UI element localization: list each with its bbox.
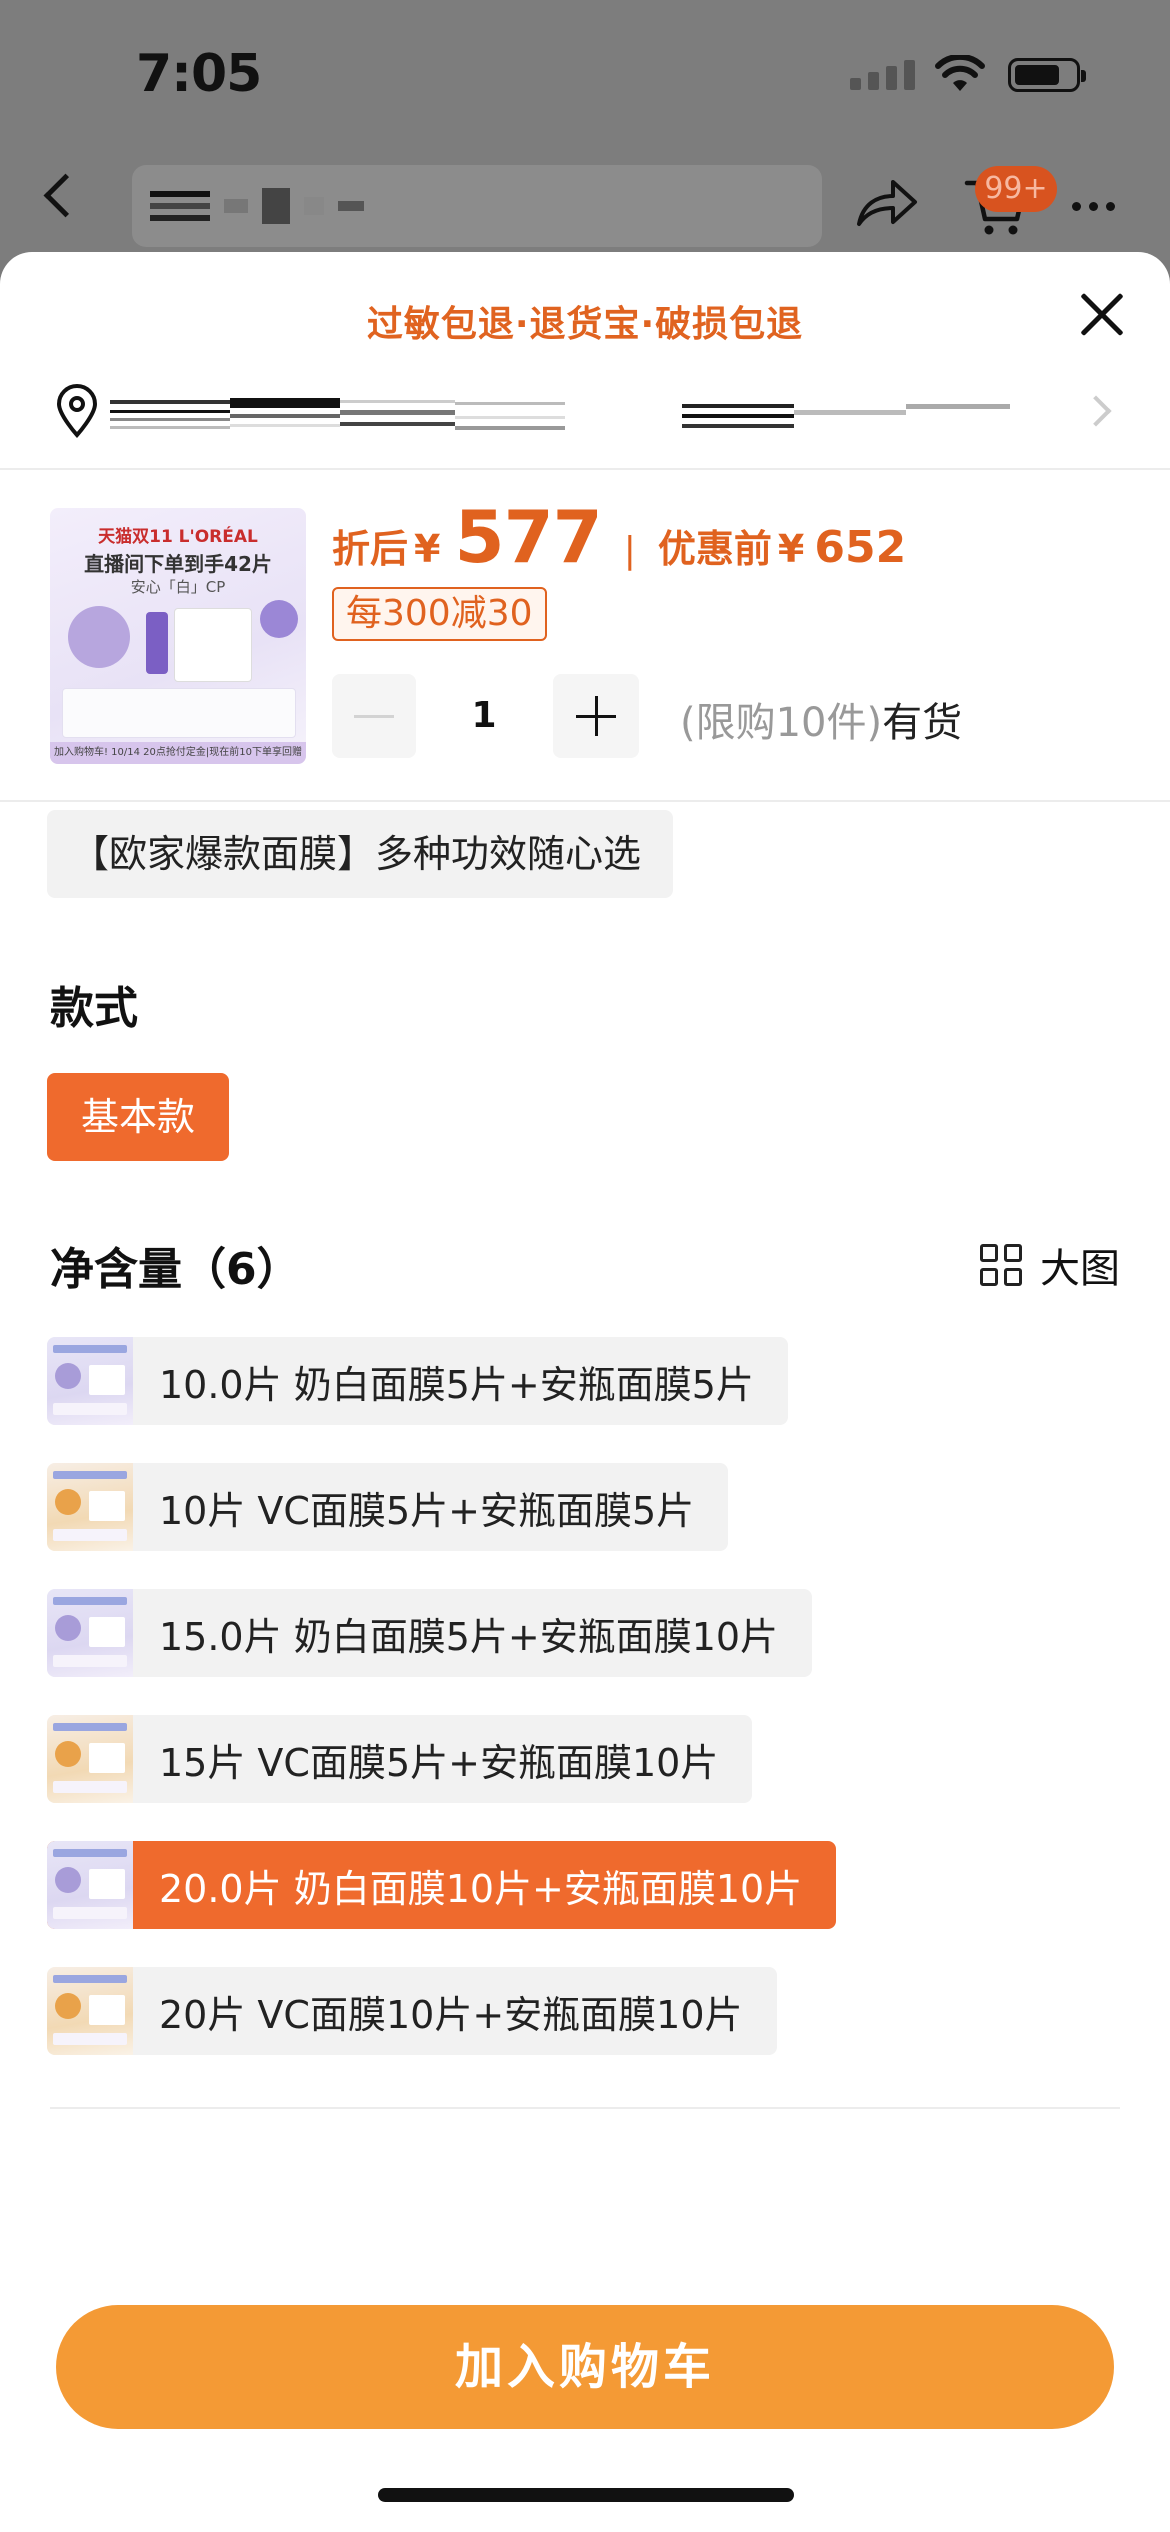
big-view-label: 大图: [1040, 1246, 1120, 1292]
option-thumbnail: [47, 1589, 133, 1677]
quantity-decrease-button[interactable]: [332, 674, 416, 758]
price-separator: |: [623, 530, 636, 571]
quantity-value[interactable]: 1: [416, 674, 552, 758]
bundle-option[interactable]: 【欧家爆款面膜】多种功效随心选: [47, 810, 674, 898]
more-icon[interactable]: [1072, 202, 1115, 211]
option-label: 15.0片 奶白面膜5片+安瓶面膜10片: [159, 1614, 779, 1659]
stock-status: (限购10件)有货: [680, 690, 962, 748]
thumb-subtitle-text: 安心「白」CP: [130, 578, 226, 596]
currency-symbol: ¥: [777, 527, 805, 571]
cellular-signal-icon: [850, 60, 915, 90]
add-to-cart-button[interactable]: 加入购物车: [56, 2305, 1114, 2429]
style-option-selected[interactable]: 基本款: [47, 1073, 230, 1161]
divider: [0, 800, 1170, 802]
delivery-address-redacted[interactable]: [110, 396, 1016, 432]
size-section-title: 净含量（6）: [50, 1244, 301, 1295]
search-bar-redacted-text: [150, 188, 364, 224]
style-section-title: 款式: [50, 983, 138, 1034]
option-label: 10.0片 奶白面膜5片+安瓶面膜5片: [159, 1362, 754, 1407]
size-option[interactable]: 10.0片 奶白面膜5片+安瓶面膜5片: [47, 1337, 788, 1425]
option-label: 20片 VC面膜10片+安瓶面膜10片: [159, 1992, 743, 2037]
wifi-icon: [935, 55, 985, 91]
option-label: 15片 VC面膜5片+安瓶面膜10片: [159, 1740, 719, 1785]
option-thumbnail: [47, 1463, 133, 1551]
price-before-label: 优惠前: [657, 527, 772, 571]
divider: [50, 2107, 1120, 2109]
size-option[interactable]: 15片 VC面膜5片+安瓶面膜10片: [47, 1715, 753, 1803]
thumb-strip-text: 加入购物车! 10/14 20点抢付定金|现在前10下单享回赠: [50, 742, 306, 764]
promo-tag: 每300减30: [332, 587, 547, 641]
divider: [0, 468, 1170, 470]
guarantee-banner: 过敏包退·退货宝·破损包退: [366, 304, 804, 345]
original-price: 652: [814, 522, 907, 573]
thumb-headline-text: 直播间下单到手42片: [84, 552, 272, 576]
status-time: 7:05: [136, 44, 262, 104]
close-icon[interactable]: [1078, 292, 1124, 338]
quantity-increase-button[interactable]: [553, 674, 639, 758]
option-thumbnail: [47, 1841, 133, 1929]
cart-count-badge: 99+: [975, 166, 1057, 212]
current-price: 577: [454, 495, 602, 579]
currency-symbol: ¥: [414, 527, 441, 571]
size-option[interactable]: 20片 VC面膜10片+安瓶面膜10片: [47, 1967, 777, 2055]
price-row: 折后 ¥ 577 | 优惠前 ¥ 652: [332, 495, 906, 579]
option-label: 10片 VC面膜5片+安瓶面膜5片: [159, 1488, 695, 1533]
size-option[interactable]: 10片 VC面膜5片+安瓶面膜5片: [47, 1463, 729, 1551]
battery-icon: [1008, 58, 1086, 92]
share-icon[interactable]: [855, 176, 919, 228]
option-label: 20.0片 奶白面膜10片+安瓶面膜10片: [159, 1866, 803, 1911]
thumb-brand-text: 天猫双11 L'ORÉAL: [98, 527, 258, 547]
option-thumbnail: [47, 1337, 133, 1425]
location-pin-icon: [56, 384, 98, 438]
availability: 有货: [882, 700, 963, 746]
big-view-toggle[interactable]: 大图: [980, 1236, 1120, 1294]
purchase-limit: (限购10件): [680, 700, 883, 746]
option-thumbnail: [47, 1715, 133, 1803]
home-indicator: [378, 2488, 794, 2502]
product-thumbnail[interactable]: 天猫双11 L'ORÉAL 直播间下单到手42片 安心「白」CP 加入购物车! …: [50, 508, 306, 764]
size-option[interactable]: 15.0片 奶白面膜5片+安瓶面膜10片: [47, 1589, 813, 1677]
option-thumbnail: [47, 1967, 133, 2055]
size-option-selected[interactable]: 20.0片 奶白面膜10片+安瓶面膜10片: [47, 1841, 837, 1929]
grid-icon: [980, 1244, 1022, 1286]
price-label: 折后: [332, 527, 409, 571]
